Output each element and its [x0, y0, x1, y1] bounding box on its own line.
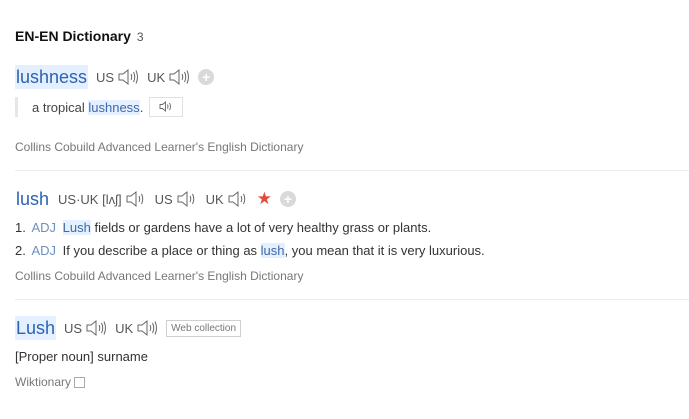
part-of-speech: ADJ: [31, 220, 57, 235]
speaker-icon[interactable]: [227, 190, 249, 208]
headword-Lush[interactable]: Lush: [15, 316, 57, 340]
headword-lushness[interactable]: lushness: [15, 65, 89, 89]
entry-lush-header: lush US·UK [lʌʃ] US UK ★ +: [15, 187, 296, 211]
definition-1: 1. ADJ Lush fields or gardens have a lot…: [15, 220, 432, 235]
divider: [15, 299, 689, 300]
quote-bar: [15, 97, 18, 117]
entry-lushness-header: lushness US UK +: [15, 65, 215, 89]
definition-2: 2. ADJ If you describe a place or thing …: [15, 243, 485, 258]
web-collection-tag: Web collection: [166, 319, 242, 337]
star-icon[interactable]: ★: [257, 190, 272, 207]
uk-label: UK: [205, 191, 224, 207]
entry-Lush-header: Lush US UK Web collection: [15, 316, 242, 340]
us-label: US: [64, 320, 83, 336]
section-count: 3: [136, 30, 144, 44]
part-of-speech: ADJ: [31, 243, 57, 258]
us-label: US: [96, 69, 115, 85]
copy-icon[interactable]: [74, 377, 86, 389]
uk-label: UK: [115, 320, 134, 336]
example-text: a tropical lushness.: [32, 99, 144, 115]
speaker-icon[interactable]: [168, 68, 190, 86]
section-title: EN-EN Dictionary 3: [15, 28, 144, 44]
example-audio-button[interactable]: [149, 97, 184, 117]
uk-label: UK: [147, 69, 166, 85]
us-uk-label: US·UK [lʌʃ]: [58, 191, 122, 207]
speaker-icon[interactable]: [136, 319, 158, 337]
headword-lush[interactable]: lush: [15, 187, 50, 211]
proper-noun-definition: [Proper noun] surname: [15, 349, 148, 364]
example-sentence: a tropical lushness.: [15, 96, 184, 118]
speaker-icon[interactable]: [176, 190, 198, 208]
speaker-icon[interactable]: [85, 319, 107, 337]
speaker-icon[interactable]: [117, 68, 139, 86]
us-label: US: [154, 191, 173, 207]
source-collins[interactable]: Collins Cobuild Advanced Learner's Engli…: [15, 140, 303, 154]
add-to-wordbook-plus-icon[interactable]: +: [279, 191, 296, 207]
speaker-icon[interactable]: [125, 190, 147, 208]
add-to-wordbook-plus-icon[interactable]: +: [198, 69, 215, 85]
divider: [15, 170, 689, 171]
source-wiktionary[interactable]: Wiktionary: [15, 375, 86, 389]
source-collins[interactable]: Collins Cobuild Advanced Learner's Engli…: [15, 269, 303, 283]
section-title-label: EN-EN Dictionary: [15, 28, 131, 44]
speaker-icon: [159, 101, 172, 112]
